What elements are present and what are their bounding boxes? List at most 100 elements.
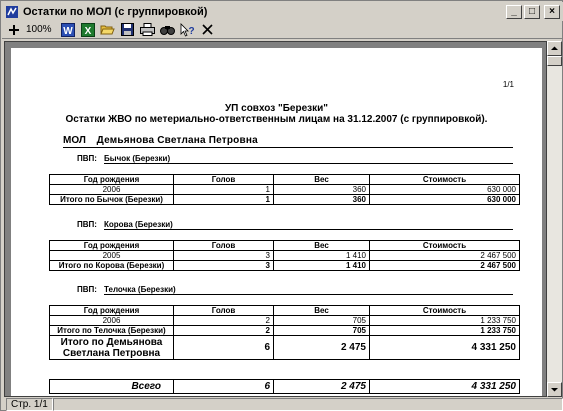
toolbar: 100% W X ? bbox=[2, 21, 563, 39]
column-header: Стоимость bbox=[369, 240, 520, 251]
scroll-down-arrow-icon[interactable] bbox=[547, 382, 562, 397]
table-cell: 630 000 bbox=[369, 194, 520, 205]
vertical-scrollbar[interactable] bbox=[547, 41, 562, 397]
group-table: Год рождения Голов Вес Стоимость 2006 1 … bbox=[49, 174, 520, 205]
svg-text:X: X bbox=[84, 26, 91, 37]
table-cell: 1 233 750 bbox=[369, 315, 520, 326]
table-cell: 3 bbox=[173, 250, 274, 261]
table-cell: Итого по Телочка (Березки) bbox=[49, 325, 174, 336]
table-row: 2006 1 360 630 000 bbox=[49, 184, 520, 195]
scroll-thumb[interactable] bbox=[547, 56, 562, 66]
column-header: Год рождения bbox=[49, 305, 174, 316]
column-header: Вес bbox=[273, 174, 370, 185]
table-cell: 2006 bbox=[49, 315, 174, 326]
table-header-row: Год рождения Голов Вес Стоимость bbox=[49, 305, 520, 316]
table-cell: 705 bbox=[273, 325, 370, 336]
window-title: Остатки по МОЛ (с группировкой) bbox=[23, 5, 208, 18]
mol-name: Демьянова Светлана Петровна bbox=[96, 135, 258, 146]
pvb-label: ПВП: bbox=[77, 285, 97, 294]
table-cell: 3 bbox=[173, 260, 274, 271]
report-window: Остатки по МОЛ (с группировкой) _ □ × 10… bbox=[0, 0, 563, 411]
print-icon[interactable] bbox=[140, 22, 156, 38]
table-row: 2006 2 705 1 233 750 bbox=[49, 315, 520, 326]
close-button[interactable]: × bbox=[544, 4, 560, 19]
pvb-header: ПВП: Телочка (Березки) bbox=[77, 285, 513, 295]
table-row: 2005 3 1 410 2 467 500 bbox=[49, 250, 520, 261]
minimize-button[interactable]: _ bbox=[506, 4, 522, 19]
table-cell: 2 bbox=[173, 325, 274, 336]
page-status: Стр. 1/1 bbox=[6, 397, 53, 411]
table-cell: 6 bbox=[173, 335, 274, 360]
table-cell: 360 bbox=[273, 194, 370, 205]
column-header: Вес bbox=[273, 240, 370, 251]
word-icon[interactable]: W bbox=[60, 22, 76, 38]
table-cell: 2 475 bbox=[273, 379, 370, 394]
pvb-name: Телочка (Березки) bbox=[104, 285, 513, 295]
table-cell: Итого по Бычок (Березки) bbox=[49, 194, 174, 205]
table-cell: 1 bbox=[173, 194, 274, 205]
column-header: Год рождения bbox=[49, 240, 174, 251]
mol-total-row: Итого по Демьянова Светлана Петровна 6 2… bbox=[49, 335, 520, 360]
mol-label: МОЛ bbox=[63, 135, 86, 146]
organization-title: УП совхоз "Березки" bbox=[224, 103, 329, 114]
table-cell: 1 410 bbox=[273, 250, 370, 261]
maximize-button[interactable]: □ bbox=[524, 4, 540, 19]
grand-total-table: Всего 6 2 475 4 331 250 bbox=[49, 379, 520, 394]
table-cell: 6 bbox=[173, 379, 274, 394]
grand-total-row: Всего 6 2 475 4 331 250 bbox=[49, 379, 520, 394]
table-cell: 2 467 500 bbox=[369, 250, 520, 261]
column-header: Стоимость bbox=[369, 174, 520, 185]
column-header: Голов bbox=[173, 305, 274, 316]
svg-text:?: ? bbox=[189, 26, 195, 37]
zoom-level[interactable]: 100% bbox=[26, 22, 52, 38]
pvb-label: ПВП: bbox=[77, 220, 97, 229]
title-bar[interactable]: Остатки по МОЛ (с группировкой) _ □ × bbox=[2, 2, 563, 21]
column-header: Вес bbox=[273, 305, 370, 316]
status-filler bbox=[52, 397, 563, 411]
table-header-row: Год рождения Голов Вес Стоимость bbox=[49, 174, 520, 185]
table-cell: 630 000 bbox=[369, 184, 520, 195]
table-cell: 2 467 500 bbox=[369, 260, 520, 271]
scroll-up-arrow-icon[interactable] bbox=[547, 41, 562, 56]
table-cell: 1 bbox=[173, 184, 274, 195]
table-cell: Итого по Корова (Березки) bbox=[49, 260, 174, 271]
table-cell: 2006 bbox=[49, 184, 174, 195]
group-table: Год рождения Голов Вес Стоимость 2005 3 … bbox=[49, 240, 520, 271]
column-header: Голов bbox=[173, 240, 274, 251]
group-table: Год рождения Голов Вес Стоимость 2006 2 … bbox=[49, 305, 520, 360]
table-cell: 2 475 bbox=[273, 335, 370, 360]
table-cell: 705 bbox=[273, 315, 370, 326]
pvb-label: ПВП: bbox=[77, 154, 97, 163]
report-page: 1/1 УП совхоз "Березки" Остатки ЖВО по м… bbox=[11, 48, 542, 396]
mol-header: МОЛ Демьянова Светлана Петровна bbox=[63, 135, 513, 148]
app-icon bbox=[5, 5, 19, 19]
svg-text:W: W bbox=[63, 26, 73, 37]
table-cell: 1 233 750 bbox=[369, 325, 520, 336]
status-bar: Стр. 1/1 bbox=[2, 397, 563, 411]
help-icon[interactable]: ? bbox=[180, 22, 196, 38]
open-folder-icon[interactable] bbox=[100, 22, 116, 38]
excel-icon[interactable]: X bbox=[80, 22, 96, 38]
pvb-name: Корова (Березки) bbox=[104, 220, 513, 230]
find-icon[interactable] bbox=[160, 22, 176, 38]
report-viewport[interactable]: 1/1 УП совхоз "Березки" Остатки ЖВО по м… bbox=[4, 41, 547, 397]
table-cell: Итого по Демьянова Светлана Петровна bbox=[49, 335, 174, 360]
pvb-header: ПВП: Бычок (Березки) bbox=[77, 154, 513, 164]
close-report-icon[interactable] bbox=[200, 22, 216, 38]
page-number: 1/1 bbox=[502, 80, 514, 89]
table-cell: 2 bbox=[173, 315, 274, 326]
table-cell: 4 331 250 bbox=[369, 379, 520, 394]
pvb-header: ПВП: Корова (Березки) bbox=[77, 220, 513, 230]
table-cell: 4 331 250 bbox=[369, 335, 520, 360]
save-icon[interactable] bbox=[120, 22, 136, 38]
group-total-row: Итого по Корова (Березки) 3 1 410 2 467 … bbox=[49, 260, 520, 271]
group-total-row: Итого по Бычок (Березки) 1 360 630 000 bbox=[49, 194, 520, 205]
table-header-row: Год рождения Голов Вес Стоимость bbox=[49, 240, 520, 251]
column-header: Год рождения bbox=[49, 174, 174, 185]
report-heading: Остатки ЖВО по метериально-ответственным… bbox=[65, 114, 488, 125]
column-header: Голов bbox=[173, 174, 274, 185]
column-header: Стоимость bbox=[369, 305, 520, 316]
table-cell: 1 410 bbox=[273, 260, 370, 271]
zoom-in-icon[interactable] bbox=[6, 22, 22, 38]
group-total-row: Итого по Телочка (Березки) 2 705 1 233 7… bbox=[49, 325, 520, 336]
